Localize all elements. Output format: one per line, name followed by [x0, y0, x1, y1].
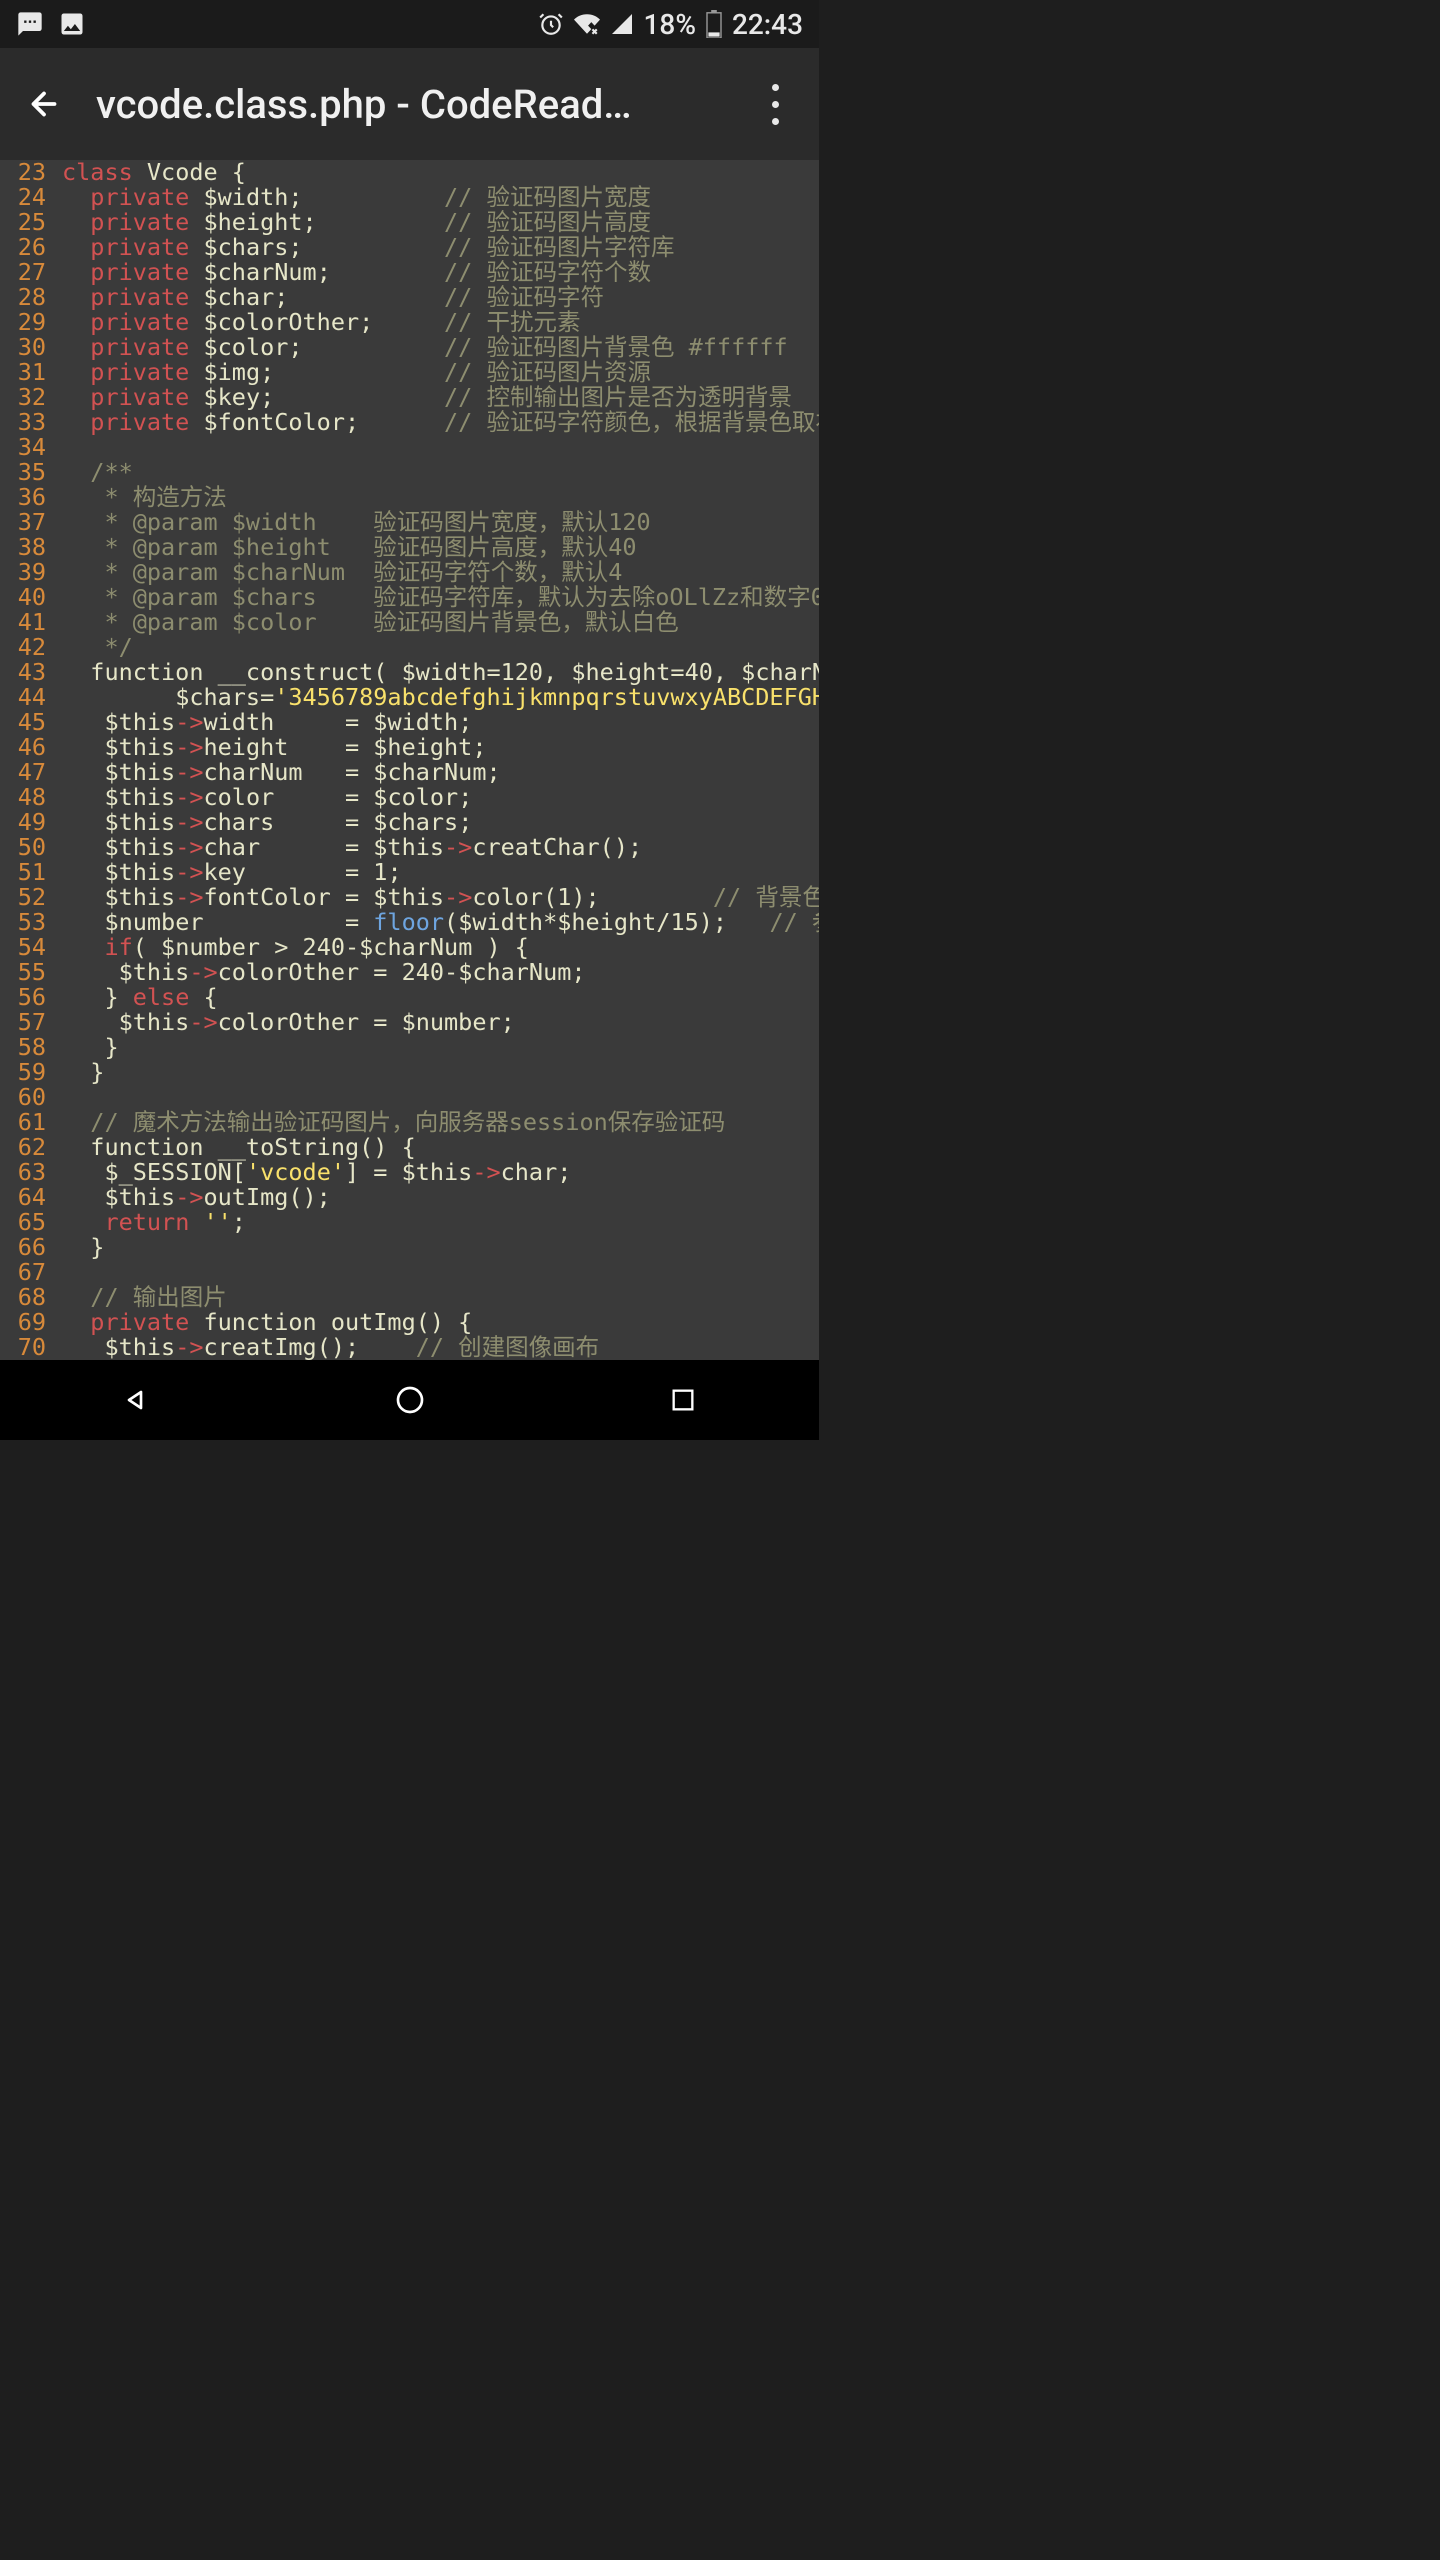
status-bar: 18% 22:43 — [0, 0, 819, 48]
alarm-icon — [538, 11, 564, 37]
app-bar: vcode.class.php - CodeRead… — [0, 48, 819, 160]
more-menu-button[interactable] — [751, 80, 799, 128]
status-right: 18% 22:43 — [538, 8, 804, 41]
chat-icon — [16, 10, 44, 38]
line-number-gutter: 2324252627282930313233343536373839404142… — [0, 160, 56, 1360]
battery-icon — [706, 10, 722, 38]
back-button[interactable] — [20, 80, 68, 128]
nav-recent-button[interactable] — [653, 1370, 713, 1430]
clock-time: 22:43 — [732, 8, 803, 41]
nav-back-button[interactable] — [107, 1370, 167, 1430]
app-title: vcode.class.php - CodeRead… — [96, 81, 751, 128]
nav-home-button[interactable] — [380, 1370, 440, 1430]
battery-pct: 18% — [644, 8, 696, 41]
wifi-off-icon — [574, 11, 600, 37]
nav-bar — [0, 1360, 819, 1440]
code-viewer[interactable]: 2324252627282930313233343536373839404142… — [0, 160, 819, 1360]
signal-icon — [610, 12, 634, 36]
code-content: class Vcode { private $width; // 验证码图片宽度… — [56, 160, 819, 1360]
status-left — [16, 10, 86, 38]
image-icon — [58, 10, 86, 38]
